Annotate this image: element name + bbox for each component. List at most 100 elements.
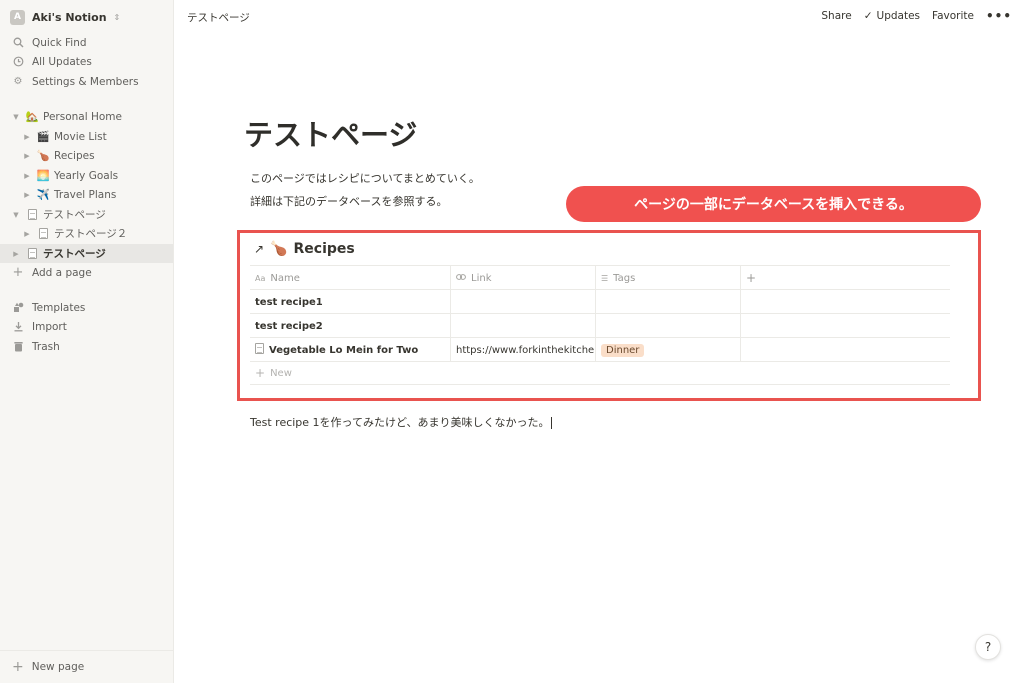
workspace-switcher[interactable]: A Aki's Notion ⇕ [10,8,120,26]
expand-triangle-icon[interactable]: ▶ [22,230,32,238]
expand-triangle-icon[interactable]: ▶ [22,172,32,180]
column-header-name[interactable]: Aa Name [250,266,451,290]
paragraph-closing[interactable]: Test recipe 1を作ってみたけど、あまり美味しくなかった。 [250,414,553,430]
trash-icon [11,341,25,352]
plus-icon: + [746,271,757,285]
expand-triangle-icon[interactable]: ▶ [22,191,32,199]
sidebar-item-trash[interactable]: Trash [0,337,173,356]
sidebar-item-label: All Updates [32,55,92,68]
sidebar-item-label: Personal Home [43,110,122,123]
help-button[interactable]: ? [975,634,1001,660]
sidebar-item-settings[interactable]: ⚙ Settings & Members [0,72,173,91]
drumstick-emoji-icon: 🍗 [270,241,288,257]
text-type-icon: Aa [255,273,266,283]
empty-cell [741,290,950,314]
sidebar-item-templates[interactable]: Templates [0,298,173,317]
updates-button[interactable]: ✓ Updates [864,10,920,22]
sidebar-item-all-updates[interactable]: All Updates [0,52,173,71]
sidebar-item-recipes[interactable]: ▶ 🍗 Recipes [0,146,173,165]
link-cell[interactable]: https://www.forkinthekitchen.c [451,338,596,362]
page-icon [25,209,39,220]
plus-icon: + [12,659,24,675]
link-arrow-icon: ↗ [254,242,265,256]
table-row[interactable]: test recipe2 [250,313,950,338]
sidebar-item-label: Travel Plans [54,188,117,201]
table-row[interactable]: Vegetable Lo Mein for Two https://www.fo… [250,337,950,362]
templates-icon [11,302,25,313]
database-title[interactable]: ↗ 🍗 Recipes [254,241,355,257]
tags-cell[interactable] [596,290,741,314]
sidebar-item-test-page-current[interactable]: ▶ テストページ [0,244,173,263]
sidebar-item-label: Settings & Members [32,75,139,88]
expand-triangle-icon[interactable]: ▶ [22,133,32,141]
page-title[interactable]: テストページ [244,112,417,154]
share-button[interactable]: Share [821,10,851,22]
chevron-updown-icon: ⇕ [113,12,121,22]
sidebar-item-label: テストページ [43,248,106,260]
add-page-label: Add a page [32,266,92,279]
link-cell[interactable] [451,290,596,314]
tags-cell[interactable]: Dinner [596,338,741,362]
column-header-label: Tags [613,272,636,284]
name-cell[interactable]: test recipe1 [250,290,451,314]
sidebar-item-personal-home[interactable]: ▼ 🏡 Personal Home [0,107,173,126]
sidebar-item-label: Trash [32,340,60,353]
page-icon [36,228,50,239]
name-cell[interactable]: test recipe2 [250,314,451,338]
new-page-label: New page [31,661,85,673]
gear-icon: ⚙ [13,76,23,87]
sidebar-item-yearly-goals[interactable]: ▶ 🌅 Yearly Goals [0,166,173,185]
callout-annotation: ページの一部にデータベースを挿入できる。 [566,186,981,222]
sidebar: A Aki's Notion ⇕ Quick Find All Updates … [0,0,174,683]
tags-cell[interactable] [596,314,741,338]
favorite-button[interactable]: Favorite [932,10,974,22]
column-header-tags[interactable]: ☰ Tags [596,266,741,290]
sidebar-item-label: Templates [32,301,86,314]
tag-badge: Dinner [601,343,645,357]
breadcrumb[interactable]: テストページ [187,10,250,25]
import-icon [11,321,25,332]
sidebar-item-quick-find[interactable]: Quick Find [0,33,173,52]
new-row-button[interactable]: + New [250,361,950,385]
name-cell[interactable]: Vegetable Lo Mein for Two [250,338,451,362]
link-cell[interactable] [451,314,596,338]
name-cell-label: Vegetable Lo Mein for Two [269,344,419,356]
database-title-label: Recipes [293,241,355,257]
new-page-button[interactable]: + New page [0,650,173,683]
column-header-link[interactable]: Link [451,266,596,290]
table-header: Aa Name Link ☰ Tags + [250,265,950,290]
sidebar-item-import[interactable]: Import [0,317,173,336]
add-column-button[interactable]: + [741,266,950,290]
sidebar-item-label: Movie List [54,130,107,143]
table-row[interactable]: test recipe1 [250,289,950,314]
more-options-icon[interactable]: ••• [986,9,1012,23]
sidebar-item-movie-list[interactable]: ▶ 🎬 Movie List [0,127,173,146]
text-cursor [551,417,553,429]
collapse-triangle-icon[interactable]: ▼ [11,211,21,219]
workspace-name: Aki's Notion [32,10,107,24]
sidebar-item-label: Quick Find [32,36,87,49]
plus-icon: + [255,366,266,380]
paragraph[interactable]: 詳細は下記のデータベースを参照する。 [250,193,447,209]
expand-triangle-icon[interactable]: ▶ [22,152,32,160]
empty-cell [741,338,950,362]
paragraph[interactable]: このページではレシピについてまとめていく。 [250,170,480,186]
collapse-triangle-icon[interactable]: ▼ [11,113,21,121]
column-header-label: Name [270,272,300,284]
topbar-actions: Share ✓ Updates Favorite ••• [821,9,1012,23]
workspace-avatar: A [10,9,25,25]
airplane-emoji-icon: ✈️ [36,189,50,201]
sidebar-item-test-page-2[interactable]: ▶ テストページ２ [0,224,173,243]
link-icon [456,273,466,283]
sidebar-item-test-page[interactable]: ▼ テストページ [0,205,173,224]
sidebar-item-label: Import [32,320,67,333]
plus-icon: + [12,265,24,280]
add-page-button[interactable]: + Add a page [0,263,173,282]
new-row-label: New [270,367,292,379]
sidebar-item-label: Yearly Goals [54,169,119,182]
closing-text: Test recipe 1を作ってみたけど、あまり美味しくなかった。 [250,416,550,429]
sidebar-item-travel-plans[interactable]: ▶ ✈️ Travel Plans [0,185,173,204]
column-header-label: Link [471,272,492,284]
clock-icon [11,56,25,67]
expand-triangle-icon[interactable]: ▶ [11,250,21,258]
